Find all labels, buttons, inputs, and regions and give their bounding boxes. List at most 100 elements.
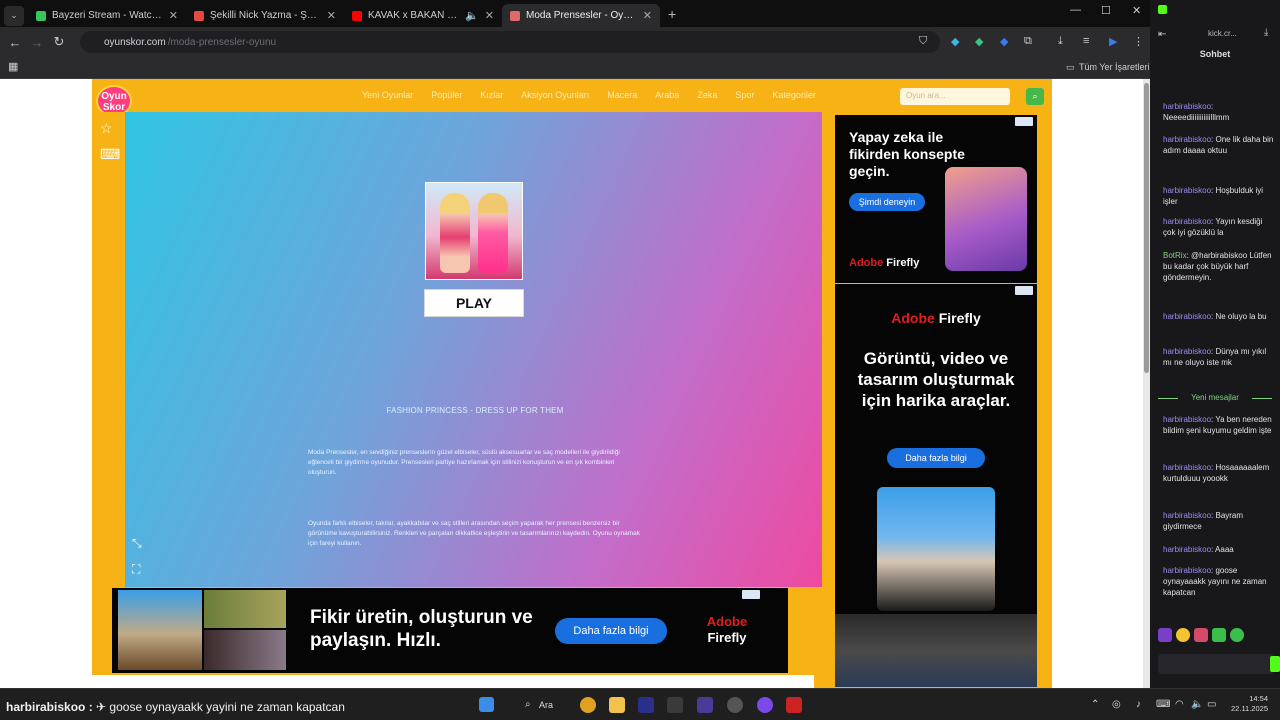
start-windows-icon[interactable] xyxy=(479,697,494,712)
tab-bayzeri[interactable]: Bayzeri Stream - Watch Live o ✕ xyxy=(28,4,186,27)
ad-banner-bottom[interactable]: Fikir üretin, oluşturun ve paylaşın. Hız… xyxy=(112,588,788,673)
ad-cta-button[interactable]: Daha fazla bilgi xyxy=(555,618,667,644)
back-icon[interactable]: ← xyxy=(4,35,26,50)
download-icon[interactable]: ⤓ xyxy=(1058,35,1063,48)
favorite-star-icon[interactable]: ☆ xyxy=(100,120,113,137)
keyboard-icon[interactable]: ⌨ xyxy=(1156,699,1170,710)
wifi-icon[interactable]: ◠ xyxy=(1175,699,1184,710)
apps-grid-icon[interactable]: ▦ xyxy=(8,60,18,73)
emote-icon[interactable] xyxy=(1212,628,1226,642)
tab-close-icon[interactable]: ✕ xyxy=(485,9,494,22)
extensions-puzzle-icon[interactable]: ⧉ xyxy=(1024,35,1032,48)
system-clock[interactable]: 14:54 22.11.2025 xyxy=(1218,694,1268,714)
tab-close-icon[interactable]: ✕ xyxy=(169,9,178,22)
app-icon[interactable] xyxy=(786,697,802,713)
game-canvas[interactable]: PLAY FASHION PRINCESS - DRESS UP FOR THE… xyxy=(125,112,822,587)
page-scrollbar[interactable] xyxy=(1143,79,1150,688)
obs-icon[interactable] xyxy=(727,697,743,713)
gamepad-icon[interactable]: ⌨ xyxy=(100,146,120,163)
nav-link[interactable]: Popüler xyxy=(431,90,462,100)
url-field[interactable]: oyunskor.com /moda-prensesler-oyunu xyxy=(80,31,940,53)
ad-banner-right[interactable]: Adobe Firefly Görüntü, video ve tasarım … xyxy=(835,284,1037,687)
tab-moda-prensesler[interactable]: Moda Prensesler - Oyunskor ✕ xyxy=(502,4,660,27)
chat-username[interactable]: BotRix xyxy=(1163,251,1187,260)
taskbar-search-icon[interactable]: ⌕ xyxy=(525,699,531,710)
chat-username[interactable]: harbirabiskoo xyxy=(1163,186,1211,195)
emote-icon[interactable] xyxy=(1230,628,1244,642)
send-button[interactable] xyxy=(1270,656,1280,672)
media-control-icon[interactable]: ≡ xyxy=(1083,35,1089,47)
kick-logo-icon xyxy=(1158,5,1167,14)
close-window-icon[interactable]: ✕ xyxy=(1132,4,1141,17)
chat-input[interactable] xyxy=(1158,654,1274,674)
shrink-icon[interactable]: ⤡ xyxy=(132,536,142,551)
nav-link[interactable]: Aksiyon Oyunları xyxy=(521,90,589,100)
speaker-icon[interactable]: 🔈 xyxy=(465,9,479,22)
download-icon[interactable]: ⤓ xyxy=(1264,27,1268,38)
nav-link[interactable]: Macera xyxy=(607,90,637,100)
nav-link[interactable]: Zeka xyxy=(697,90,717,100)
tab-close-icon[interactable]: ✕ xyxy=(643,9,652,22)
ad-cta-button[interactable]: Şimdi deneyin xyxy=(849,193,925,211)
battery-icon[interactable]: ▭ xyxy=(1207,699,1216,710)
ad-choices-icon[interactable] xyxy=(1015,286,1033,295)
chat-username[interactable]: harbirabiskoo xyxy=(1163,463,1211,472)
nav-link[interactable]: Kızlar xyxy=(480,90,503,100)
chat-username[interactable]: harbirabiskoo xyxy=(1163,415,1211,424)
ad-choices-icon[interactable] xyxy=(1015,117,1033,126)
ad-cta-button[interactable]: Daha fazla bilgi xyxy=(887,448,985,468)
collapse-icon[interactable]: ⇤ xyxy=(1158,29,1166,40)
chrome-taskbar-icon[interactable] xyxy=(580,697,596,713)
chat-username[interactable]: harbirabiskoo xyxy=(1163,545,1211,554)
volume-icon[interactable]: 🔈 xyxy=(1191,699,1203,710)
chat-username[interactable]: harbirabiskoo xyxy=(1163,312,1211,321)
extension-icon[interactable]: ◆ xyxy=(975,35,983,48)
tray-chevron-icon[interactable]: ⌃ xyxy=(1091,699,1099,710)
tab-sekilli-nick[interactable]: Şekilli Nick Yazma - Şekilli Ya ✕ xyxy=(186,4,344,27)
fullscreen-icon[interactable]: ⛶ xyxy=(132,562,140,577)
taskbar: harbirabiskoo : ✈ goose oynayaakk yayini… xyxy=(0,688,1280,720)
chat-username[interactable]: harbirabiskoo xyxy=(1163,217,1211,226)
nav-link[interactable]: Yeni Oyunlar xyxy=(362,90,413,100)
taskbar-search-label[interactable]: Ara xyxy=(539,700,553,710)
adblock-icon[interactable]: ⛉ xyxy=(919,35,927,48)
site-search-input[interactable]: Oyun ara... xyxy=(900,88,1010,105)
sidebar-icon[interactable]: ▶ xyxy=(1109,35,1117,48)
scrollbar-thumb[interactable] xyxy=(1144,83,1149,373)
tray-app-icon[interactable]: ◎ xyxy=(1112,699,1121,710)
reload-icon[interactable]: ↻ xyxy=(48,34,70,50)
extension-icon[interactable]: ◆ xyxy=(951,35,959,48)
store-icon[interactable] xyxy=(667,697,683,713)
emote-icon[interactable] xyxy=(1194,628,1208,642)
emote-icon[interactable] xyxy=(1158,628,1172,642)
microphone-icon[interactable]: ♪ xyxy=(1136,699,1141,710)
nav-link[interactable]: Kategoriler xyxy=(772,90,816,100)
maximize-icon[interactable]: ☐ xyxy=(1101,4,1111,17)
new-tab-icon[interactable]: + xyxy=(668,6,676,22)
tab-close-icon[interactable]: ✕ xyxy=(327,9,336,22)
tab-youtube[interactable]: KAVAK x BAKAN HITMAN 🔈 ✕ xyxy=(344,4,502,27)
minimize-icon[interactable]: — xyxy=(1070,4,1081,16)
play-button[interactable]: PLAY xyxy=(424,289,524,317)
chat-username[interactable]: harbirabiskoo xyxy=(1163,347,1211,356)
tab-search-button[interactable]: ⌄ xyxy=(4,5,24,26)
chat-username[interactable]: harbirabiskoo xyxy=(1163,135,1211,144)
emote-icon[interactable] xyxy=(1176,628,1190,642)
chat-username[interactable]: harbirabiskoo xyxy=(1163,102,1211,111)
app-icon[interactable] xyxy=(697,697,713,713)
nav-link[interactable]: Araba xyxy=(655,90,679,100)
chat-username[interactable]: harbirabiskoo xyxy=(1163,511,1211,520)
premiere-icon[interactable] xyxy=(638,697,654,713)
all-bookmarks-link[interactable]: Tüm Yer İşaretleri xyxy=(1079,62,1150,72)
site-search-button[interactable]: ⌕ xyxy=(1026,88,1044,105)
ad-choices-icon[interactable] xyxy=(742,590,760,599)
ad-banner-top-right[interactable]: Yapay zeka ile fikirden konsepte geçin. … xyxy=(835,115,1037,283)
nav-link[interactable]: Spor xyxy=(735,90,754,100)
menu-kebab-icon[interactable]: ⋮ xyxy=(1133,35,1144,48)
forward-icon[interactable]: → xyxy=(26,35,48,50)
discord-icon[interactable] xyxy=(757,697,773,713)
chat-username[interactable]: harbirabiskoo xyxy=(1163,566,1211,575)
game-thumbnail[interactable] xyxy=(425,182,523,280)
extension-icon[interactable]: ◆ xyxy=(1000,35,1008,48)
file-explorer-icon[interactable] xyxy=(609,697,625,713)
